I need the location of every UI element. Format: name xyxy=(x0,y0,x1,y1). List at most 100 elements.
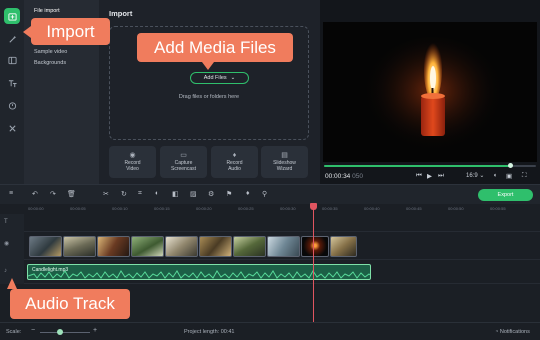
notifications-label: Notifications xyxy=(499,329,530,335)
import-callout-text: Import xyxy=(46,21,95,41)
import-icon[interactable] xyxy=(4,8,20,24)
ruler-tick-label: 00:00:45 xyxy=(406,206,422,211)
undo-icon[interactable]: ↶ xyxy=(32,190,38,198)
cut-icon[interactable]: ✂ xyxy=(103,190,109,198)
record-audio-label: Record Audio xyxy=(226,160,243,172)
video-clip[interactable] xyxy=(63,236,96,257)
skip-forward-icon[interactable]: ⏭ xyxy=(438,172,444,180)
ruler-tick-label: 00:00:00 xyxy=(28,206,44,211)
volume-icon[interactable]: ◖ xyxy=(493,172,497,179)
chevron-down-icon: ⌄ xyxy=(230,75,236,81)
fullscreen-icon[interactable]: ⛶ xyxy=(522,172,527,180)
playback-progress[interactable] xyxy=(324,163,536,168)
timeline-toolbar: ≡ ↶ ↷ 🗑 ✂ ↻ ⌗ ◐ ◧ ▨ ⚙ ⚑ ♦ ⚲ Export xyxy=(0,184,540,204)
text-track[interactable] xyxy=(24,214,540,232)
redo-icon[interactable]: ↷ xyxy=(50,190,56,198)
capture-screencast-button[interactable]: ▭ Capture Screencast xyxy=(160,146,207,178)
import-panel: Import Add Files ⌄ Drag files or folders… xyxy=(99,0,320,184)
delete-icon[interactable]: 🗑 xyxy=(67,190,76,198)
audio-waveform xyxy=(28,270,370,279)
zoom-out-icon[interactable]: − xyxy=(31,327,35,334)
import-callout-arrow xyxy=(23,26,31,38)
settings-icon[interactable]: ⚙ xyxy=(208,190,214,198)
sidebar-item-file-import[interactable]: File import xyxy=(34,8,60,14)
add-media-files-callout-text: Add Media Files xyxy=(154,37,276,57)
playhead-handle[interactable] xyxy=(310,203,317,210)
video-clip[interactable] xyxy=(301,236,329,257)
scale-slider[interactable] xyxy=(40,332,90,333)
skip-back-icon[interactable]: ⏮ xyxy=(416,172,422,180)
add-media-files-callout: Add Media Files xyxy=(137,33,293,62)
video-clip[interactable] xyxy=(131,236,164,257)
ruler-tick-label: 00:00:25 xyxy=(238,206,254,211)
tools-icon[interactable] xyxy=(4,120,20,136)
magic-wand-icon[interactable] xyxy=(4,31,20,47)
video-clip[interactable] xyxy=(330,236,357,257)
sidebar-item-sample-video[interactable]: Sample video xyxy=(34,49,67,55)
aspect-ratio-value: 16:9 xyxy=(466,173,478,179)
audio-track-callout-text: Audio Track xyxy=(25,294,115,313)
slideshow-wizard-label: Slideshow Wizard xyxy=(273,160,296,172)
timecode: 00:00:34 050 xyxy=(325,173,363,180)
audio-clip[interactable]: Candlelight.mp3 xyxy=(27,264,371,280)
left-rail xyxy=(0,0,24,184)
record-audio-button[interactable]: ♦ Record Audio xyxy=(211,146,258,178)
play-icon[interactable]: ▶ xyxy=(427,172,432,180)
video-clip[interactable] xyxy=(233,236,266,257)
export-button[interactable]: Export xyxy=(478,189,533,201)
microphone-icon[interactable]: ♦ xyxy=(246,190,250,197)
monitor-icon: ▭ xyxy=(180,152,187,159)
record-video-button[interactable]: ◉ Record Video xyxy=(109,146,156,178)
ruler-tick-label: 00:00:30 xyxy=(280,206,296,211)
progress-fill xyxy=(324,165,511,167)
slideshow-wizard-button[interactable]: ▤ Slideshow Wizard xyxy=(261,146,308,178)
zoom-in-icon[interactable]: + xyxy=(93,327,97,334)
timer-icon[interactable] xyxy=(4,97,20,113)
video-clip[interactable] xyxy=(267,236,300,257)
text-track-icon: T xyxy=(4,219,8,225)
playhead[interactable] xyxy=(313,204,314,322)
capture-screencast-label: Capture Screencast xyxy=(170,160,196,172)
timecode-frames: 050 xyxy=(352,173,363,180)
adjust-icon[interactable]: ◐ xyxy=(155,190,159,197)
add-files-button[interactable]: Add Files ⌄ xyxy=(190,72,249,84)
video-clip[interactable] xyxy=(199,236,232,257)
candle-image xyxy=(323,22,537,162)
aspect-ratio-select[interactable]: 16:9 ⌄ xyxy=(466,172,484,179)
flag-icon[interactable]: ⚑ xyxy=(226,190,232,198)
rotate-icon[interactable]: ↻ xyxy=(121,190,127,198)
record-video-label: Record Video xyxy=(124,160,141,172)
image-icon[interactable]: ▨ xyxy=(190,190,197,198)
video-clip[interactable] xyxy=(165,236,198,257)
preview-panel: 00:00:34 050 ⏮ ▶ ⏭ 16:9 ⌄ ◖ ▣ ⛶ xyxy=(320,0,540,184)
drag-hint: Drag files or folders here xyxy=(178,94,240,100)
filter-icon[interactable]: ◧ xyxy=(172,190,179,198)
scale-slider-handle[interactable] xyxy=(57,329,63,335)
marker-icon[interactable]: ⚲ xyxy=(262,190,267,198)
sidebar-item-backgrounds[interactable]: Backgrounds xyxy=(34,60,66,66)
layout-icon[interactable] xyxy=(4,52,20,68)
snapshot-icon[interactable]: ▣ xyxy=(506,172,512,180)
progress-handle[interactable] xyxy=(508,163,514,168)
video-clip[interactable] xyxy=(97,236,130,257)
audio-icon[interactable]: ♪ xyxy=(4,268,7,274)
audio-clip-label: Candlelight.mp3 xyxy=(32,267,69,273)
add-track-icon[interactable]: ≡ xyxy=(9,190,13,197)
crop-icon[interactable]: ⌗ xyxy=(138,190,142,198)
timeline-ruler[interactable]: 00:00:00 00:00:05 00:00:10 00:00:15 00:00:20… xyxy=(24,204,540,214)
scale-label: Scale: xyxy=(6,329,22,335)
ruler-tick-label: 00:00:40 xyxy=(364,206,380,211)
project-length-label: Project length: xyxy=(184,329,220,335)
microphone-icon: ♦ xyxy=(232,152,237,159)
project-length-value: 00:41 xyxy=(220,329,235,335)
status-bar: Scale: − + Project length: 00:41 ◔ Notif… xyxy=(0,322,540,340)
timecode-main: 00:00:34 xyxy=(325,173,351,180)
notifications-button[interactable]: ◔ Notifications xyxy=(495,329,530,335)
text-icon[interactable] xyxy=(4,75,20,91)
eye-icon[interactable]: ◉ xyxy=(4,240,9,247)
audio-track-callout: Audio Track xyxy=(10,289,130,319)
add-files-label: Add Files xyxy=(203,75,227,81)
ruler-tick-label: 00:00:05 xyxy=(70,206,86,211)
video-clip[interactable] xyxy=(29,236,62,257)
video-preview[interactable] xyxy=(323,22,537,162)
